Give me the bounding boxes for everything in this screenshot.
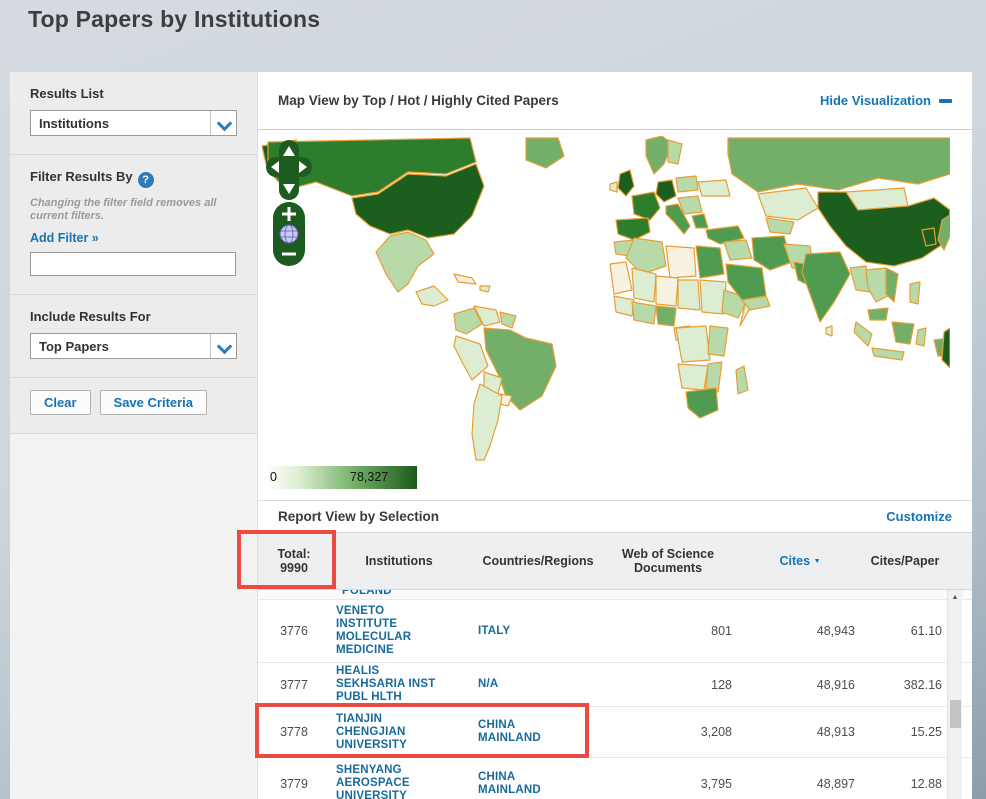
- filter-note: Changing the filter field removes all cu…: [30, 197, 237, 223]
- countries-header: Countries/Regions: [476, 554, 598, 568]
- scrollbar-thumb[interactable]: [950, 700, 961, 728]
- filter-section: Filter Results By? Changing the filter f…: [10, 155, 257, 295]
- table-row: 3776 VENETO INSTITUTE MOLECULAR MEDICINE…: [258, 600, 972, 663]
- table-scroll-area: POLAND 3776 VENETO INSTITUTE MOLECULAR M…: [258, 590, 972, 799]
- filter-heading-text: Filter Results By: [30, 169, 133, 184]
- content-panel: Results List Institutions Filter Results…: [10, 72, 972, 799]
- save-criteria-button[interactable]: Save Criteria: [100, 390, 208, 415]
- results-list-select[interactable]: Institutions: [30, 110, 237, 136]
- wos-documents-header: Web of Science Documents: [598, 547, 738, 575]
- table-row: 3779 SHENYANG AEROSPACE UNIVERSITY CHINA…: [258, 758, 972, 799]
- include-results-section: Include Results For Top Papers: [10, 295, 257, 378]
- partial-institution-text: POLAND: [342, 590, 392, 598]
- docs-cell: 3,208: [598, 725, 738, 739]
- include-results-select[interactable]: Top Papers: [30, 333, 237, 359]
- results-list-label: Results List: [30, 86, 237, 101]
- filter-input[interactable]: [30, 252, 236, 276]
- include-results-value: Top Papers: [31, 339, 210, 354]
- report-view-title: Report View by Selection: [278, 509, 439, 524]
- docs-cell: 801: [598, 624, 738, 638]
- legend-max: 78,327: [350, 470, 388, 484]
- docs-cell: 3,795: [598, 777, 738, 791]
- annotation-box-total: [237, 530, 336, 589]
- table-row: 3777 HEALIS SEKHSARIA INST PUBL HLTH N/A…: [258, 663, 972, 707]
- table-header-row: Total: 9990 Institutions Countries/Regio…: [258, 532, 972, 590]
- map-view-header: Map View by Top / Hot / Highly Cited Pap…: [258, 72, 972, 130]
- rank-cell: 3777: [258, 678, 330, 692]
- cites-per-paper-cell: 382.16: [862, 678, 948, 692]
- minus-icon: [939, 99, 952, 103]
- country-cell: N/A: [476, 678, 598, 691]
- main-content: Map View by Top / Hot / Highly Cited Pap…: [258, 72, 972, 799]
- cites-per-paper-header: Cites/Paper: [862, 554, 948, 568]
- filter-heading: Filter Results By?: [30, 169, 237, 188]
- cites-cell: 48,897: [738, 777, 862, 791]
- cites-per-paper-cell: 12.88: [862, 777, 948, 791]
- scroll-up-icon[interactable]: ▲: [948, 590, 962, 606]
- map-pan-control[interactable]: [266, 140, 312, 200]
- cites-per-paper-cell: 15.25: [862, 725, 948, 739]
- clear-button[interactable]: Clear: [30, 390, 91, 415]
- cites-cell: 48,943: [738, 624, 862, 638]
- annotation-box-row-3778: [255, 703, 589, 758]
- map-view-title: Map View by Top / Hot / Highly Cited Pap…: [278, 93, 559, 108]
- page-title: Top Papers by Institutions: [28, 6, 320, 33]
- table-row-partial: POLAND: [258, 590, 972, 600]
- world-map[interactable]: [260, 136, 950, 462]
- globe-icon: [280, 225, 298, 243]
- results-list-section: Results List Institutions: [10, 72, 257, 155]
- hide-visualization-link[interactable]: Hide Visualization: [820, 93, 952, 108]
- institutions-header: Institutions: [330, 554, 476, 568]
- rank-cell: 3776: [258, 624, 330, 638]
- cites-cell: 48,913: [738, 725, 862, 739]
- cites-sort-header[interactable]: Cites ▼: [738, 554, 862, 568]
- map-legend: 0 78,327: [266, 466, 417, 489]
- country-cell: CHINA MAINLAND: [476, 771, 598, 797]
- institution-cell: SHENYANG AEROSPACE UNIVERSITY: [330, 764, 476, 799]
- chevron-down-icon: [210, 111, 236, 135]
- docs-cell: 128: [598, 678, 738, 692]
- rank-cell: 3779: [258, 777, 330, 791]
- map-area: 0 78,327: [258, 130, 972, 500]
- country-cell: ITALY: [476, 625, 598, 638]
- hide-visualization-label: Hide Visualization: [820, 93, 931, 108]
- sidebar: Results List Institutions Filter Results…: [10, 72, 258, 799]
- map-zoom-control[interactable]: [272, 202, 306, 266]
- chevron-down-icon: [210, 334, 236, 358]
- sort-down-icon: ▼: [814, 558, 821, 565]
- report-view-header: Report View by Selection Customize: [258, 500, 972, 532]
- add-filter-link[interactable]: Add Filter »: [30, 231, 237, 245]
- institution-cell: VENETO INSTITUTE MOLECULAR MEDICINE: [330, 605, 476, 657]
- help-icon[interactable]: ?: [138, 172, 154, 188]
- cites-label: Cites: [780, 554, 811, 568]
- cites-per-paper-cell: 61.10: [862, 624, 948, 638]
- legend-min: 0: [270, 470, 277, 484]
- institution-cell: HEALIS SEKHSARIA INST PUBL HLTH: [330, 665, 476, 704]
- results-list-value: Institutions: [31, 116, 210, 131]
- cites-cell: 48,916: [738, 678, 862, 692]
- vertical-scrollbar[interactable]: ▲: [947, 590, 962, 799]
- criteria-buttons-section: Clear Save Criteria: [10, 378, 257, 434]
- customize-link[interactable]: Customize: [886, 509, 952, 524]
- include-results-label: Include Results For: [30, 309, 237, 324]
